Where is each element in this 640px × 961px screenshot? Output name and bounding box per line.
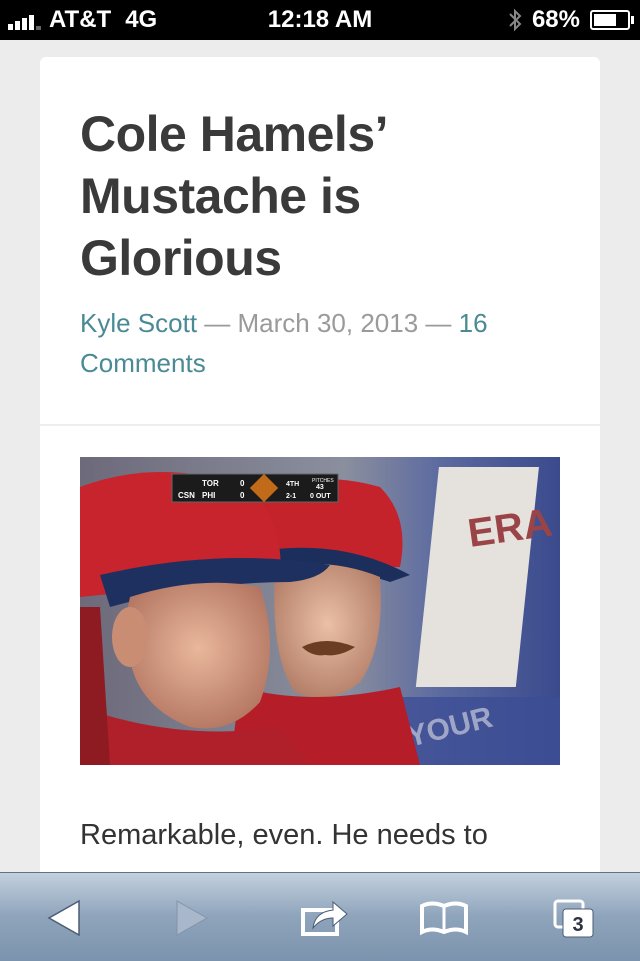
score-outs: 0 OUT <box>310 493 331 500</box>
post-date: March 30, 2013 <box>237 308 419 338</box>
forward-button[interactable] <box>162 893 222 943</box>
score-count: 2-1 <box>286 493 296 500</box>
score-team-2-runs: 0 <box>240 491 245 500</box>
article-title: Cole Hamels’ Mustache is Glorious <box>80 106 386 286</box>
tabs-count: 3 <box>572 914 583 936</box>
meta-separator: — <box>418 308 459 338</box>
article-meta: Kyle Scott — March 30, 2013 — 16 Comment… <box>80 303 560 383</box>
score-team-2: PHI <box>202 491 215 500</box>
web-page: Cole Hamels’ Mustache is Glorious Kyle S… <box>0 40 640 957</box>
tabs-icon: 3 <box>553 899 594 938</box>
article-card: Cole Hamels’ Mustache is Glorious Kyle S… <box>40 57 600 957</box>
book-icon <box>420 901 468 936</box>
author-link[interactable]: Kyle Scott <box>80 308 197 338</box>
score-team-1-runs: 0 <box>240 479 245 488</box>
score-inning: 4TH <box>286 481 299 488</box>
share-button[interactable] <box>294 893 354 943</box>
divider <box>40 424 600 426</box>
status-bar: AT&T 4G 12:18 AM 68% <box>0 0 640 40</box>
battery-icon <box>590 10 634 30</box>
meta-separator: — <box>197 308 238 338</box>
score-team-1: TOR <box>202 479 219 488</box>
scoreboard-overlay: CSN TOR 0 PHI 0 4TH PITCHES 43 2-1 0 OUT <box>171 473 339 503</box>
back-button[interactable] <box>34 893 94 943</box>
back-arrow-icon <box>47 899 80 937</box>
score-network: CSN <box>178 491 195 500</box>
bluetooth-icon <box>509 8 522 32</box>
forward-arrow-icon <box>176 900 209 936</box>
safari-toolbar: 3 <box>0 872 640 961</box>
score-pitches: 43 <box>316 484 324 491</box>
photo-image: ERA YOUR CSN TOR 0 PHI 0 4TH PITCHES 43 … <box>80 457 560 765</box>
share-icon <box>301 900 348 936</box>
bookmarks-button[interactable] <box>414 893 474 943</box>
battery-percent: 68% <box>531 6 580 33</box>
article-body: Remarkable, even. He needs to <box>80 819 488 851</box>
article-photo: ERA YOUR CSN TOR 0 PHI 0 4TH PITCHES 43 … <box>80 457 560 765</box>
tabs-button[interactable]: 3 <box>544 893 604 943</box>
